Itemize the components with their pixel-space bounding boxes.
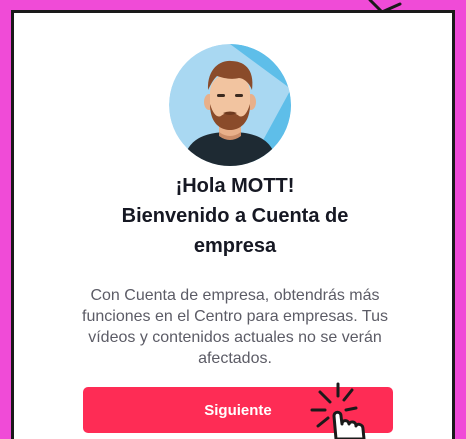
description-text: Con Cuenta de empresa, obtendrás más fun…: [82, 287, 388, 367]
user-avatar-icon: [169, 44, 291, 166]
welcome-text-line1: Bienvenido a Cuenta de: [121, 205, 349, 227]
welcome-title: ¡Hola MOTT! Bienvenido a Cuenta de empre…: [40, 171, 430, 261]
hand-pointer-icon: [310, 382, 366, 439]
welcome-text-line2: empresa: [193, 235, 277, 257]
user-avatar: [169, 44, 291, 166]
next-button-label: Siguiente: [204, 401, 272, 419]
greeting-text: ¡Hola MOTT!: [175, 175, 295, 197]
